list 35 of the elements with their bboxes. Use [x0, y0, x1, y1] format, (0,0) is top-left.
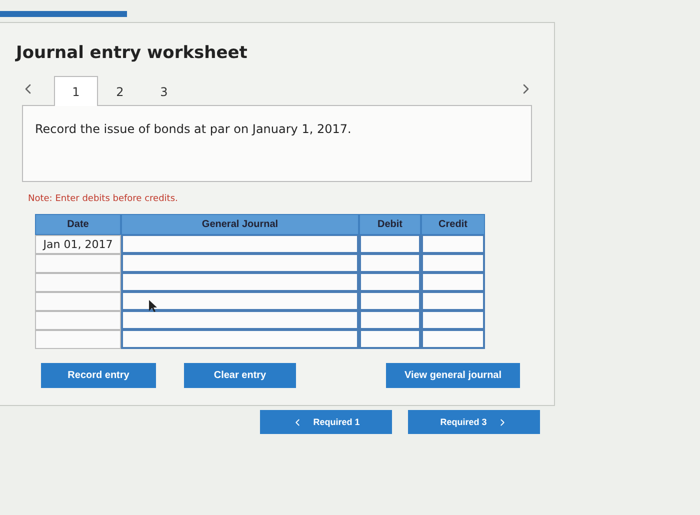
column-header: Debit	[359, 214, 421, 235]
credit-input[interactable]	[421, 273, 485, 292]
account-input[interactable]	[121, 273, 359, 292]
worksheet-title: Journal entry worksheet	[16, 43, 248, 63]
next-button[interactable]: Required 3	[408, 410, 540, 434]
date-cell: Jan 01, 2017	[35, 235, 121, 254]
account-input[interactable]	[121, 330, 359, 349]
account-input[interactable]	[121, 254, 359, 273]
column-header: General Journal	[121, 214, 359, 235]
tab[interactable]: 1	[54, 76, 98, 106]
action-button[interactable]: Record entry	[41, 363, 156, 388]
tab[interactable]: 3	[142, 76, 186, 106]
account-input[interactable]	[121, 311, 359, 330]
column-header: Credit	[421, 214, 485, 235]
debit-input[interactable]	[359, 273, 421, 292]
action-button[interactable]: View general journal	[386, 363, 520, 388]
action-button[interactable]: Clear entry	[184, 363, 296, 388]
note-text: Note: Enter debits before credits.	[28, 194, 179, 204]
prompt-text: Record the issue of bonds at par on January 1, 2017.	[35, 122, 352, 136]
credit-input[interactable]	[421, 330, 485, 349]
credit-input[interactable]	[421, 311, 485, 330]
debit-input[interactable]	[359, 254, 421, 273]
credit-input[interactable]	[421, 235, 485, 254]
debit-input[interactable]	[359, 330, 421, 349]
column-header: Date	[35, 214, 121, 235]
debit-input[interactable]	[359, 292, 421, 311]
account-input[interactable]	[121, 292, 359, 311]
account-input[interactable]	[121, 235, 359, 254]
tab[interactable]: 2	[98, 76, 142, 106]
credit-input[interactable]	[421, 292, 485, 311]
credit-input[interactable]	[421, 254, 485, 273]
pointer-icon	[149, 300, 158, 313]
previous-button[interactable]: Required 1	[260, 410, 392, 434]
debit-input[interactable]	[359, 311, 421, 330]
debit-input[interactable]	[359, 235, 421, 254]
